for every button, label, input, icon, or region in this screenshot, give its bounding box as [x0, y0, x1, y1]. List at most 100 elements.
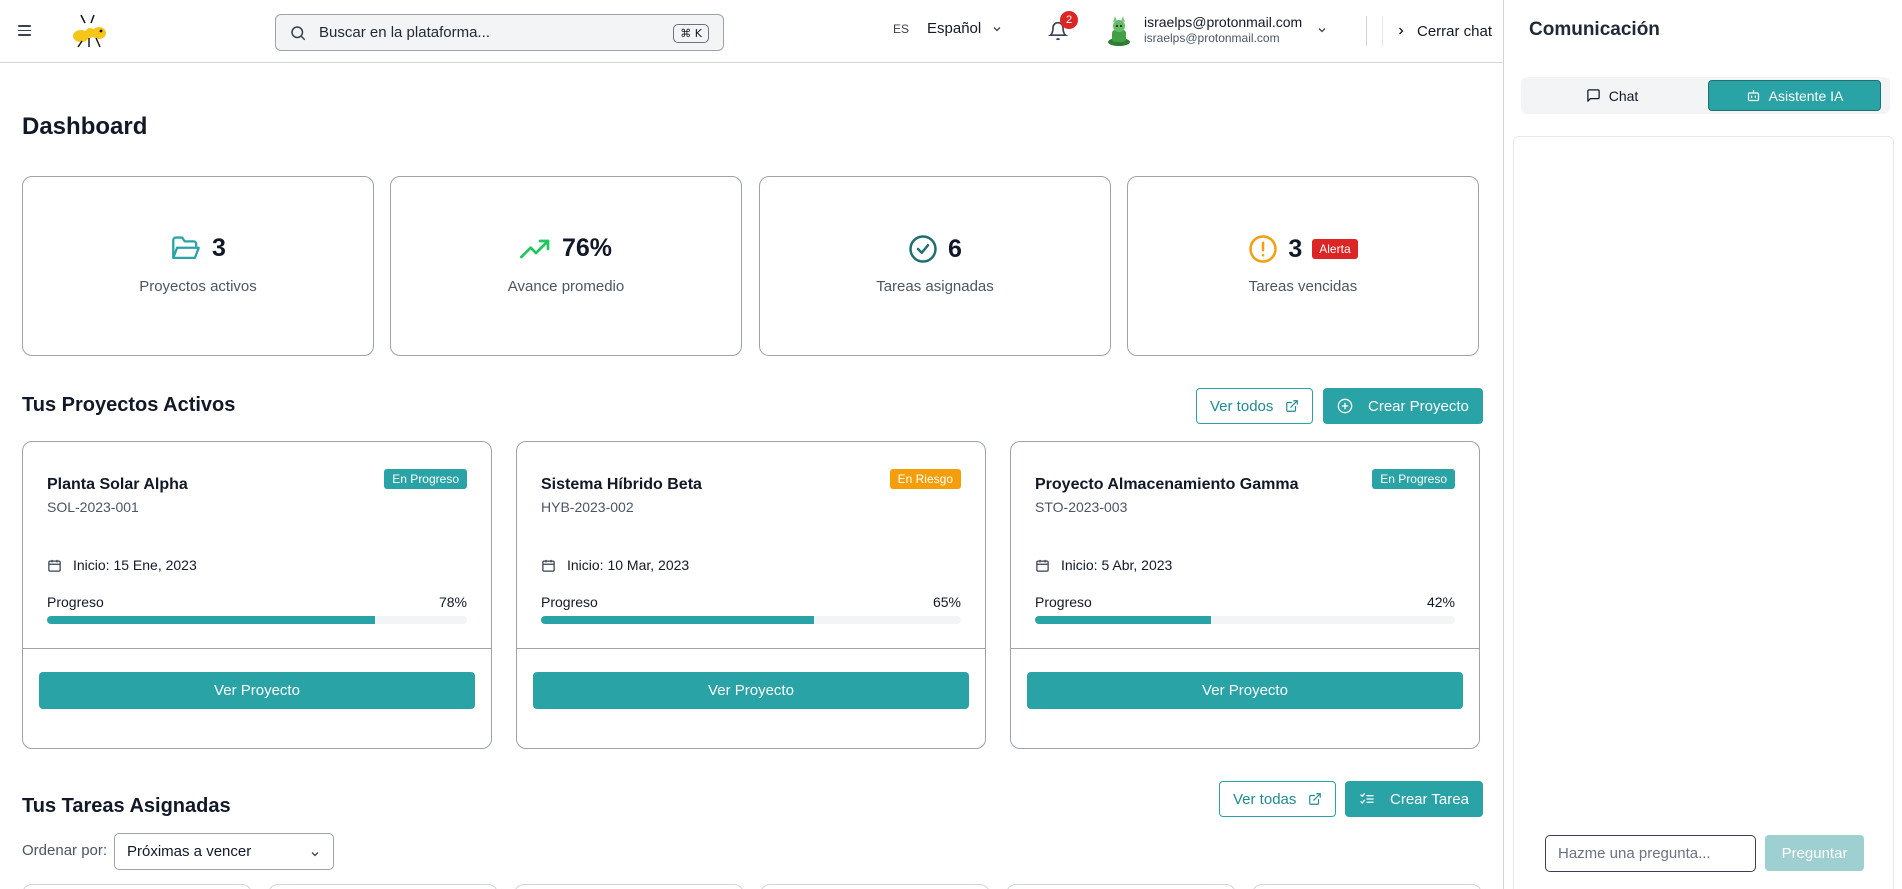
task-card[interactable]	[1252, 884, 1482, 889]
view-all-projects-button[interactable]: Ver todos	[1196, 388, 1314, 424]
ant-logo-icon[interactable]	[70, 12, 110, 50]
start-date-text: Inicio: 10 Mar, 2023	[567, 557, 690, 573]
project-code: STO-2023-003	[1035, 499, 1128, 515]
calendar-icon	[542, 559, 555, 572]
stat-value: 76%	[561, 234, 613, 262]
project-card: Sistema Híbrido Beta HYB-2023-002 En Rie…	[516, 441, 986, 749]
create-task-button[interactable]: Crear Tarea	[1345, 781, 1483, 817]
progress-percent: 65%	[932, 594, 961, 610]
header-divider	[1366, 16, 1367, 46]
stat-label: Avance promedio	[507, 278, 625, 295]
chevron-down-icon	[1318, 28, 1326, 33]
progress-fill	[541, 616, 814, 624]
language-code: ES	[893, 21, 910, 36]
progress-label: Progreso	[47, 594, 104, 610]
sort-value: Próximas a vencer	[127, 843, 252, 860]
external-link-icon	[1309, 793, 1322, 805]
plus-circle-icon	[1337, 398, 1353, 414]
project-name: Proyecto Almacenamiento Gamma	[1035, 476, 1299, 493]
project-start-date: Inicio: 10 Mar, 2023	[541, 557, 689, 573]
top-header: Buscar en la plataforma... ⌘ K ES Españo…	[0, 0, 1503, 63]
project-name: Planta Solar Alpha	[47, 476, 188, 493]
calendar-icon	[48, 559, 61, 572]
task-card[interactable]	[1006, 884, 1236, 889]
projects-section-title: Tus Proyectos Activos	[22, 394, 236, 416]
view-all-tasks-button[interactable]: Ver todas	[1219, 781, 1337, 817]
stat-label: Tareas asignadas	[876, 278, 994, 295]
view-project-button[interactable]: Ver Proyecto	[39, 672, 475, 709]
tab-chat[interactable]: Chat	[1524, 80, 1700, 111]
create-project-button[interactable]: Crear Proyecto	[1323, 388, 1483, 424]
task-card[interactable]	[22, 884, 252, 889]
view-project-button[interactable]: Ver Proyecto	[533, 672, 969, 709]
alert-badge: Alerta	[1312, 239, 1358, 259]
user-email: israelps@protonmail.com	[1144, 31, 1280, 45]
start-date-text: Inicio: 15 Ene, 2023	[73, 557, 197, 573]
project-start-date: Inicio: 15 Ene, 2023	[47, 557, 197, 573]
tab-ai-assistant[interactable]: Asistente IA	[1708, 80, 1881, 111]
status-badge: En Progreso	[384, 469, 467, 489]
tasks-section-title: Tus Tareas Asignadas	[22, 795, 231, 817]
card-divider	[1011, 648, 1479, 649]
stat-card-active-projects: 3 Proyectos activos	[22, 176, 374, 356]
external-link-icon	[1286, 400, 1299, 412]
page-title: Dashboard	[22, 113, 148, 140]
progress-bar	[1035, 616, 1455, 624]
sort-select[interactable]: Próximas a vencer	[114, 833, 334, 870]
menu-icon[interactable]	[18, 22, 38, 40]
project-card: Planta Solar Alpha SOL-2023-001 En Progr…	[22, 441, 492, 749]
start-date-text: Inicio: 5 Abr, 2023	[1061, 557, 1173, 573]
panel-title: Comunicación	[1529, 19, 1660, 40]
status-badge: En Riesgo	[889, 469, 961, 489]
progress-fill	[1035, 616, 1212, 624]
progress-label: Progreso	[541, 594, 598, 610]
progress-bar	[47, 616, 467, 624]
create-task-label: Crear Tarea	[1390, 790, 1469, 808]
calendar-icon	[1036, 559, 1049, 572]
project-start-date: Inicio: 5 Abr, 2023	[1035, 557, 1172, 573]
project-name: Sistema Híbrido Beta	[541, 476, 702, 493]
close-chat-label: Cerrar chat	[1417, 22, 1493, 40]
view-project-button[interactable]: Ver Proyecto	[1027, 672, 1463, 709]
stat-value: 3	[1288, 234, 1303, 263]
message-square-icon	[1586, 89, 1600, 102]
tab-ai-label: Asistente IA	[1768, 87, 1844, 104]
language-selector[interactable]: ES Español	[893, 20, 1003, 37]
search-shortcut: ⌘ K	[673, 24, 709, 43]
bot-icon	[1747, 89, 1759, 102]
task-card[interactable]	[760, 884, 990, 889]
task-card[interactable]	[514, 884, 744, 889]
card-divider	[517, 648, 985, 649]
ask-button[interactable]: Preguntar	[1765, 835, 1864, 871]
create-project-label: Crear Proyecto	[1368, 397, 1469, 415]
user-name: israelps@protonmail.com	[1144, 14, 1303, 30]
search-icon	[291, 25, 306, 40]
project-code: SOL-2023-001	[47, 499, 139, 515]
tab-chat-label: Chat	[1608, 87, 1639, 104]
progress-label: Progreso	[1035, 594, 1092, 610]
close-chat-button[interactable]: Cerrar chat	[1382, 16, 1492, 46]
alert-circle-icon	[1249, 235, 1278, 263]
project-card: Proyecto Almacenamiento Gamma STO-2023-0…	[1010, 441, 1480, 749]
stat-value: 3	[212, 234, 226, 262]
search-bar[interactable]: Buscar en la plataforma... ⌘ K	[275, 14, 724, 51]
progress-percent: 78%	[438, 594, 467, 610]
stat-card-assigned-tasks: 6 Tareas asignadas	[759, 176, 1111, 356]
list-checks-icon	[1360, 793, 1374, 804]
progress-fill	[47, 616, 375, 624]
stat-label: Proyectos activos	[139, 278, 257, 295]
view-all-label: Ver todas	[1233, 790, 1297, 808]
project-code: HYB-2023-002	[541, 499, 634, 515]
chevron-down-icon	[311, 852, 319, 857]
chat-messages-area	[1513, 136, 1894, 889]
notification-badge: 2	[1060, 11, 1078, 29]
stat-label: Tareas vencidas	[1248, 278, 1358, 295]
avatar	[1108, 16, 1130, 46]
question-input[interactable]	[1545, 835, 1756, 872]
trending-up-icon	[519, 239, 550, 258]
view-all-label: Ver todos	[1210, 397, 1274, 415]
task-card[interactable]	[268, 884, 498, 889]
check-circle-icon	[909, 235, 937, 263]
chevron-right-icon	[1399, 27, 1404, 35]
user-menu[interactable]: israelps@protonmail.com israelps@protonm…	[1106, 14, 1328, 46]
